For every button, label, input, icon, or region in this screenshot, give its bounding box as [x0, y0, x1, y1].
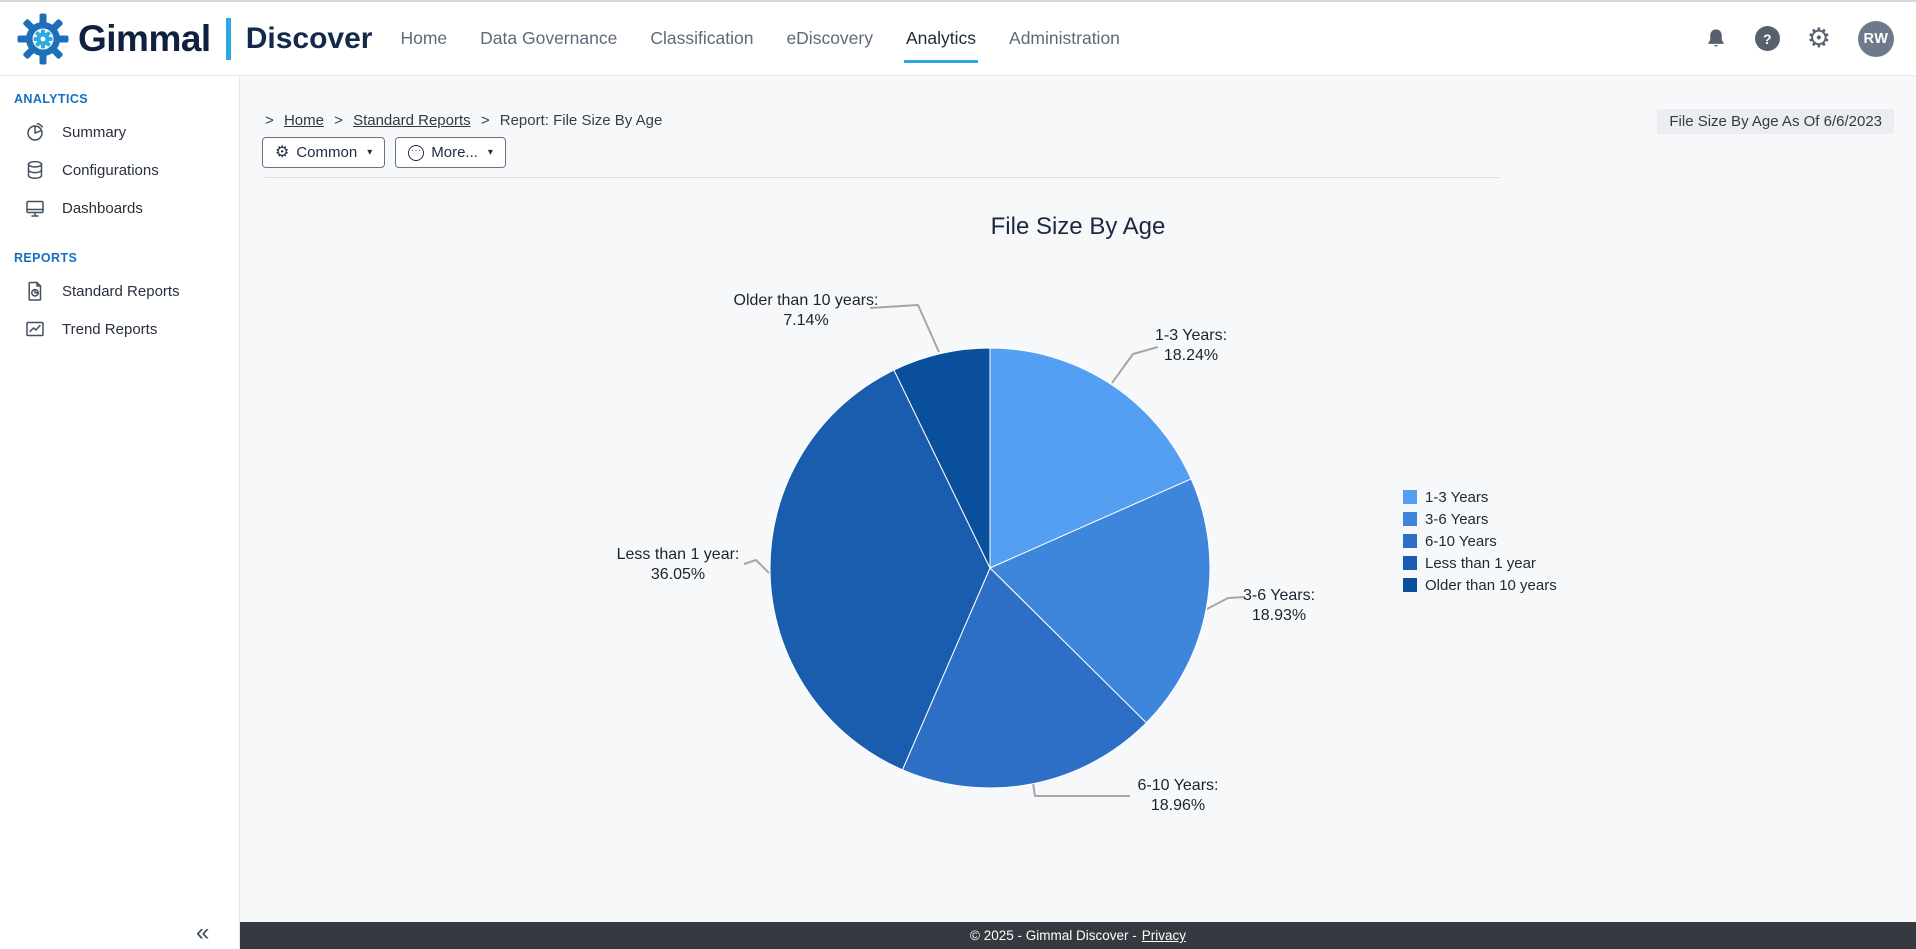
legend-label: 6-10 Years	[1425, 533, 1497, 550]
callout-1-3-years: 1-3 Years: 18.24%	[1091, 326, 1291, 365]
common-button-label: Common	[296, 144, 357, 161]
breadcrumb: > Home > Standard Reports > Report: File…	[265, 112, 662, 129]
callout-label: 1-3 Years:	[1091, 326, 1291, 346]
legend-label: Older than 10 years	[1425, 577, 1557, 594]
callout-value: 36.05%	[578, 565, 778, 585]
common-dropdown-button[interactable]: ⚙ Common ▾	[262, 137, 385, 168]
more-button-label: More...	[431, 144, 478, 161]
chart-legend: 1-3 Years 3-6 Years 6-10 Years Less than…	[1403, 490, 1557, 600]
caret-down-icon: ▾	[367, 147, 372, 158]
brand-separator	[226, 18, 231, 60]
sidebar-heading-analytics: ANALYTICS	[0, 76, 239, 113]
legend-label: Less than 1 year	[1425, 555, 1536, 572]
report-as-of-banner: File Size By Age As Of 6/6/2023	[1657, 109, 1894, 134]
sidebar: ANALYTICS Summary Configurations Dashboa…	[0, 76, 240, 949]
nav-classification[interactable]: Classification	[650, 22, 753, 55]
brand[interactable]: Gimmal Discover	[16, 12, 372, 66]
database-icon	[24, 159, 46, 181]
sidebar-collapse-icon[interactable]: «	[196, 919, 209, 947]
top-header: Gimmal Discover Home Data Governance Cla…	[0, 0, 1916, 76]
gimmal-gear-logo-icon	[16, 12, 70, 66]
brand-product: Discover	[246, 22, 373, 56]
callout-less-than-1-year: Less than 1 year: 36.05%	[578, 545, 778, 584]
callout-3-6-years: 3-6 Years: 18.93%	[1179, 586, 1379, 625]
callout-value: 7.14%	[706, 311, 906, 331]
callout-6-10-years: 6-10 Years: 18.96%	[1078, 776, 1278, 815]
pie-chart-icon	[24, 121, 46, 143]
sidebar-heading-reports: REPORTS	[0, 227, 239, 272]
callout-label: Older than 10 years:	[706, 291, 906, 311]
pie-chart-panel: File Size By Age 1-3 Years: 18.24% 3-6 Y…	[240, 180, 1916, 922]
trend-line-chart-icon	[24, 318, 46, 340]
sidebar-item-configurations[interactable]: Configurations	[0, 151, 239, 189]
notifications-bell-icon[interactable]	[1704, 27, 1728, 51]
main-nav: Home Data Governance Classification eDis…	[400, 22, 1119, 55]
breadcrumb-home-link[interactable]: Home	[284, 112, 324, 129]
sidebar-item-label: Configurations	[62, 162, 159, 179]
main-content: > Home > Standard Reports > Report: File…	[240, 76, 1916, 922]
toolbar-divider	[265, 177, 1500, 178]
legend-swatch	[1403, 578, 1417, 592]
breadcrumb-separator: >	[334, 112, 343, 129]
footer: © 2025 - Gimmal Discover - Privacy	[240, 922, 1916, 949]
settings-gear-icon[interactable]: ⚙	[1807, 25, 1831, 52]
monitor-icon	[24, 197, 46, 219]
sidebar-item-label: Summary	[62, 124, 126, 141]
report-toolbar: ⚙ Common ▾ ··· More... ▾	[262, 137, 506, 168]
gear-icon: ⚙	[275, 145, 289, 161]
callout-label: 3-6 Years:	[1179, 586, 1379, 606]
user-avatar[interactable]: RW	[1858, 21, 1894, 57]
help-glyph: ?	[1763, 31, 1772, 47]
breadcrumb-separator: >	[481, 112, 490, 129]
help-icon[interactable]: ?	[1755, 26, 1780, 51]
report-document-icon	[24, 280, 46, 302]
legend-item[interactable]: 1-3 Years	[1403, 490, 1557, 504]
breadcrumb-standard-reports-link[interactable]: Standard Reports	[353, 112, 471, 129]
more-dropdown-button[interactable]: ··· More... ▾	[395, 137, 506, 168]
user-initials: RW	[1864, 31, 1889, 47]
callout-label: Less than 1 year:	[578, 545, 778, 565]
legend-item[interactable]: 3-6 Years	[1403, 512, 1557, 526]
sidebar-item-summary[interactable]: Summary	[0, 113, 239, 151]
footer-copyright: © 2025 - Gimmal Discover -	[970, 928, 1137, 943]
sidebar-item-dashboards[interactable]: Dashboards	[0, 189, 239, 227]
legend-swatch	[1403, 512, 1417, 526]
breadcrumb-current: Report: File Size By Age	[500, 112, 663, 129]
nav-ediscovery[interactable]: eDiscovery	[786, 22, 873, 55]
nav-data-governance[interactable]: Data Governance	[480, 22, 617, 55]
nav-analytics[interactable]: Analytics	[906, 22, 976, 55]
nav-administration[interactable]: Administration	[1009, 22, 1120, 55]
callout-older-than-10-years: Older than 10 years: 7.14%	[706, 291, 906, 330]
callout-value: 18.24%	[1091, 346, 1291, 366]
privacy-link[interactable]: Privacy	[1142, 928, 1186, 943]
sidebar-item-standard-reports[interactable]: Standard Reports	[0, 272, 239, 310]
sidebar-item-label: Standard Reports	[62, 283, 180, 300]
callout-label: 6-10 Years:	[1078, 776, 1278, 796]
sidebar-item-trend-reports[interactable]: Trend Reports	[0, 310, 239, 348]
legend-label: 1-3 Years	[1425, 489, 1488, 506]
sidebar-item-label: Dashboards	[62, 200, 143, 217]
legend-swatch	[1403, 490, 1417, 504]
legend-item[interactable]: 6-10 Years	[1403, 534, 1557, 548]
nav-home[interactable]: Home	[400, 22, 447, 55]
legend-item[interactable]: Less than 1 year	[1403, 556, 1557, 570]
legend-label: 3-6 Years	[1425, 511, 1488, 528]
callout-value: 18.96%	[1078, 796, 1278, 816]
header-actions: ? ⚙ RW	[1704, 21, 1894, 57]
breadcrumb-separator: >	[265, 112, 274, 129]
sidebar-item-label: Trend Reports	[62, 321, 157, 338]
legend-swatch	[1403, 534, 1417, 548]
brand-name: Gimmal	[78, 18, 211, 60]
legend-item[interactable]: Older than 10 years	[1403, 578, 1557, 592]
legend-swatch	[1403, 556, 1417, 570]
caret-down-icon: ▾	[488, 147, 493, 158]
callout-value: 18.93%	[1179, 606, 1379, 626]
ellipsis-circle-icon: ···	[408, 145, 424, 161]
